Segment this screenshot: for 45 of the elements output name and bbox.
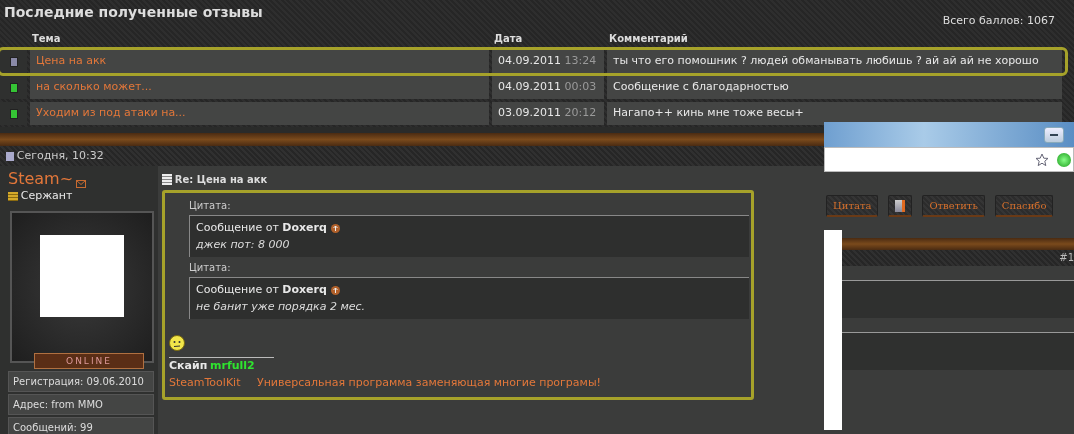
comment-text: Нагапо++ кинь мне тоже весы+ (613, 105, 804, 122)
total-points: Всего баллов: 1067 (942, 12, 1055, 29)
quote-label: Цитата: (189, 261, 232, 275)
go-to-post-icon[interactable] (330, 285, 340, 295)
comment-text: ты что его помошник ? людей обманывать любишь ? ай ай ай не хорошо (613, 53, 1039, 70)
online-badge: ONLINE (34, 352, 144, 369)
post-date: Сегодня, 10:32 (16, 147, 104, 164)
post-number: #1 (1059, 252, 1074, 263)
quote-text: не банит уже порядка 2 мес. (196, 298, 367, 315)
date-cell: 04.09.2011 13:24 (498, 53, 597, 70)
go-to-post-icon[interactable] (330, 223, 340, 233)
skype-label: Скайп (169, 359, 208, 372)
forum-button[interactable]: Спасибо (994, 195, 1054, 217)
username-link[interactable]: Steam~ (8, 170, 74, 188)
column-header: Тема (31, 32, 62, 46)
comment-text: Сообщение с благодарностью (613, 79, 789, 96)
date-cell: 03.09.2011 20:12 (498, 105, 597, 122)
minimize-button[interactable] (1044, 126, 1064, 143)
signature-link[interactable]: SteamToolKit (169, 374, 241, 391)
post-icon (162, 174, 172, 185)
column-header: Дата (493, 32, 524, 46)
quote-text: джек пот: 8 000 (196, 236, 291, 253)
date-cell: 04.09.2011 00:03 (498, 79, 597, 96)
star-icon[interactable] (1035, 152, 1049, 167)
quote-author: Сообщение от Doxerq (196, 220, 327, 236)
user-info: Сообщений: 99 (8, 416, 154, 434)
envelope-icon[interactable] (75, 180, 86, 188)
user-info: Регистрация: 09.06.2010 (8, 370, 154, 392)
panel-title: Последние полученные отзывы (4, 3, 263, 22)
post-title: Re: Цена на акк (174, 173, 268, 187)
forum-button[interactable]: Цитата (826, 195, 879, 217)
smiley-icon (169, 335, 185, 351)
signature-text: Универсальная программа заменяющая многие програмы! (256, 374, 601, 391)
user-rank: Сержант (20, 188, 73, 204)
user-info: Адрес: from MMO (8, 393, 154, 415)
topic-link[interactable]: на сколько может... (36, 79, 152, 96)
column-header: Комментарий (608, 32, 689, 46)
rank-icon (8, 191, 18, 201)
quote-author: Сообщение от Doxerq (196, 282, 327, 298)
report-button[interactable] (888, 195, 913, 217)
document-icon (6, 151, 14, 161)
quote-label: Цитата: (189, 199, 232, 213)
forum-button[interactable]: Ответить (922, 195, 985, 217)
skype-name: mrfull2 (210, 359, 255, 372)
topic-link[interactable]: Цена на акк (36, 53, 107, 70)
